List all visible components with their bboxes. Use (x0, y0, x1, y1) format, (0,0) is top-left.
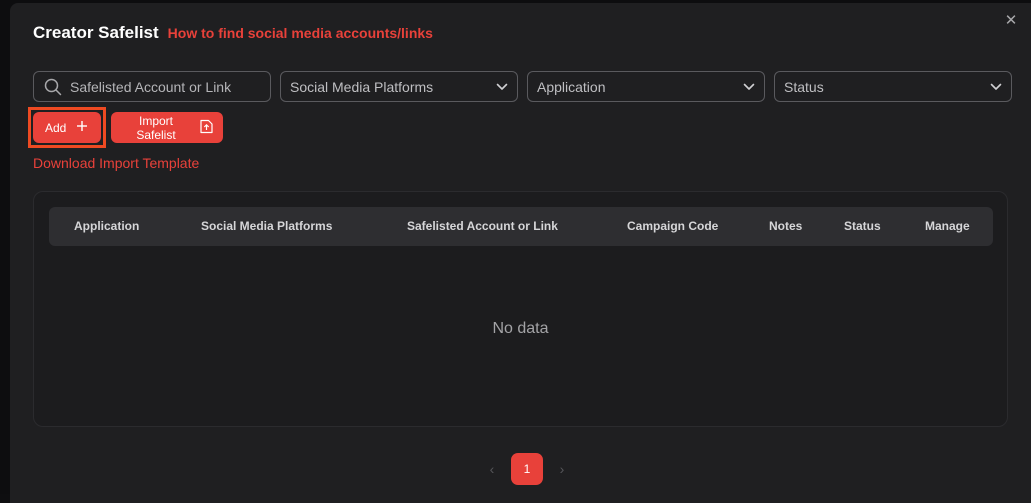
modal-title: Creator Safelist (33, 23, 159, 42)
chevron-down-icon (743, 83, 755, 91)
application-select[interactable]: Application (527, 71, 765, 102)
search-icon (44, 78, 62, 96)
chevron-down-icon (990, 83, 1002, 91)
chevron-right-icon[interactable]: › (555, 461, 569, 477)
platform-select[interactable]: Social Media Platforms (280, 71, 518, 102)
status-select[interactable]: Status (774, 71, 1012, 102)
search-field[interactable] (33, 71, 271, 102)
close-button[interactable]: ✕ (1003, 13, 1019, 29)
add-button[interactable]: Add (33, 112, 101, 143)
application-select-label: Application (537, 78, 606, 95)
table-header: Application Social Media Platforms Safel… (49, 207, 993, 246)
column-header-account[interactable]: Safelisted Account or Link (407, 207, 558, 246)
status-select-label: Status (784, 78, 824, 95)
help-link[interactable]: How to find social media accounts/links (168, 25, 433, 41)
add-button-label: Add (45, 120, 67, 135)
search-input[interactable] (70, 78, 250, 95)
pagination: ‹ 1 › (485, 453, 569, 485)
import-button-label: Import Safelist (136, 113, 176, 142)
empty-state: No data (492, 320, 549, 337)
column-header-manage[interactable]: Manage (925, 207, 970, 246)
modal-header: Creator Safelist How to find social medi… (33, 23, 433, 43)
filter-bar: Social Media Platforms Application Statu… (33, 71, 1012, 102)
safelist-table: Application Social Media Platforms Safel… (33, 191, 1008, 427)
page-number-1[interactable]: 1 (511, 453, 543, 485)
platform-select-label: Social Media Platforms (290, 78, 434, 95)
download-template-link[interactable]: Download Import Template (33, 155, 199, 171)
close-icon: ✕ (1004, 12, 1018, 29)
action-bar: Add Import Safelist (28, 107, 223, 148)
file-upload-icon (200, 119, 213, 137)
import-safelist-button[interactable]: Import Safelist (111, 112, 223, 143)
add-button-highlight: Add (28, 107, 106, 148)
column-header-platforms[interactable]: Social Media Platforms (201, 207, 332, 246)
creator-safelist-modal: ✕ Creator Safelist How to find social me… (10, 3, 1031, 503)
plus-icon (76, 120, 88, 135)
column-header-status[interactable]: Status (844, 207, 881, 246)
chevron-left-icon[interactable]: ‹ (485, 461, 499, 477)
column-header-campaign-code[interactable]: Campaign Code (627, 207, 718, 246)
column-header-application[interactable]: Application (74, 207, 139, 246)
column-header-notes[interactable]: Notes (769, 207, 802, 246)
chevron-down-icon (496, 83, 508, 91)
